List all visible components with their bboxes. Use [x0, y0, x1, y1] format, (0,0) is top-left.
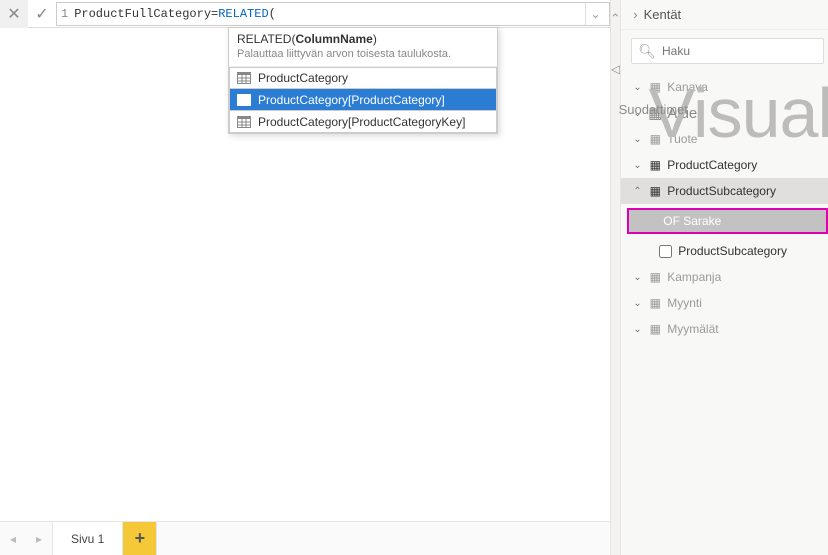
- table-label: Myymälät: [667, 322, 718, 336]
- intellisense-item-label: ProductCategory[ProductCategory]: [258, 93, 445, 107]
- intellisense-item[interactable]: ProductCategory[ProductCategory]: [229, 89, 497, 111]
- table-icon: ▦: [647, 322, 663, 336]
- intellisense-list: ProductCategory ProductCategory[ProductC…: [229, 66, 497, 133]
- table-icon: ▦: [647, 158, 663, 172]
- chevron-down-icon: ⌄: [633, 134, 647, 145]
- table-row-tuote[interactable]: ⌄ ▦ Tuote: [621, 126, 828, 152]
- filters-pane-label: Suodattimet: [619, 102, 688, 117]
- table-label: Kampanja: [667, 270, 721, 284]
- column-label: ProductSubcategory: [678, 244, 787, 258]
- fields-pane-title: › Kentät: [621, 0, 828, 30]
- table-icon: [236, 93, 252, 107]
- intellisense-signature: RELATED(ColumnName): [229, 28, 497, 48]
- commit-formula-button[interactable]: ✓: [28, 0, 56, 28]
- fields-pane: › Kentät 🔍︎ ⌄ ▦ Kanava ⌄ ▦ Alue ⌄ ▦ Tuot…: [620, 0, 828, 555]
- formula-expand-button[interactable]: ⌄: [585, 3, 605, 25]
- table-icon: [236, 115, 252, 129]
- intellisense-item-label: ProductCategory: [258, 71, 348, 85]
- table-icon: ▦: [647, 184, 663, 198]
- chevron-down-icon: ⌄: [633, 272, 647, 283]
- table-label: Kanava: [667, 80, 708, 94]
- table-row-productsubcategory[interactable]: ⌃ ▦ ProductSubcategory: [621, 178, 828, 204]
- chevron-up-icon: ⌃: [633, 186, 647, 197]
- play-icon: ◁: [611, 62, 620, 76]
- formula-text: ProductFullCategory=RELATED(: [74, 7, 276, 21]
- formula-line-number: 1: [61, 7, 68, 21]
- page-nav-prev[interactable]: ◂: [0, 522, 26, 555]
- page-tab[interactable]: Sivu 1: [52, 522, 123, 555]
- table-icon: ▦: [647, 270, 663, 284]
- table-icon: ▦: [647, 296, 663, 310]
- chevron-right-icon: ›: [633, 7, 637, 22]
- chevron-down-icon: ⌄: [633, 324, 647, 335]
- table-row-kanava[interactable]: ⌄ ▦ Kanava: [621, 74, 828, 100]
- fields-search[interactable]: 🔍︎: [631, 38, 824, 64]
- chevron-down-icon: ⌄: [633, 82, 647, 93]
- new-column-label: OF Sarake: [663, 214, 721, 228]
- intellisense-item[interactable]: ProductCategory[ProductCategoryKey]: [229, 111, 497, 133]
- intellisense-description: Palauttaa liittyvän arvon toisesta taulu…: [229, 48, 497, 66]
- search-icon: 🔍︎: [638, 43, 656, 60]
- formula-bar[interactable]: 1 ProductFullCategory=RELATED( ⌄: [56, 2, 610, 26]
- table-label: Myynti: [667, 296, 702, 310]
- chevron-left-icon: ‹: [609, 13, 623, 17]
- table-label: ProductSubcategory: [667, 184, 776, 198]
- table-row-kampanja[interactable]: ⌄ ▦ Kampanja: [621, 264, 828, 290]
- add-page-button[interactable]: +: [123, 522, 157, 555]
- field-checkbox[interactable]: [659, 245, 672, 258]
- page-nav-next[interactable]: ▸: [26, 522, 52, 555]
- table-row-myymalat[interactable]: ⌄ ▦ Myymälät: [621, 316, 828, 342]
- table-icon: ▦: [647, 132, 663, 146]
- intellisense-item[interactable]: ProductCategory: [229, 67, 497, 89]
- column-row-productsubcategory[interactable]: ProductSubcategory: [621, 238, 828, 264]
- table-icon: [236, 71, 252, 85]
- table-label: ProductCategory: [667, 158, 757, 172]
- page-tab-bar: ◂ ▸ Sivu 1 +: [0, 521, 610, 555]
- table-label: Tuote: [667, 132, 697, 146]
- table-row-myynti[interactable]: ⌄ ▦ Myynti: [621, 290, 828, 316]
- table-row-productcategory[interactable]: ⌄ ▦ ProductCategory: [621, 152, 828, 178]
- new-column-highlight[interactable]: OF Sarake: [627, 208, 828, 234]
- intellisense-item-label: ProductCategory[ProductCategoryKey]: [258, 115, 465, 129]
- fields-search-input[interactable]: [662, 44, 817, 58]
- visualizations-pane-collapsed[interactable]: ‹ ◁: [610, 0, 620, 555]
- cancel-formula-button[interactable]: ✕: [0, 0, 28, 28]
- chevron-down-icon: ⌄: [633, 160, 647, 171]
- table-icon: ▦: [647, 80, 663, 94]
- chevron-down-icon: ⌄: [633, 298, 647, 309]
- intellisense-tooltip: RELATED(ColumnName) Palauttaa liittyvän …: [228, 27, 498, 134]
